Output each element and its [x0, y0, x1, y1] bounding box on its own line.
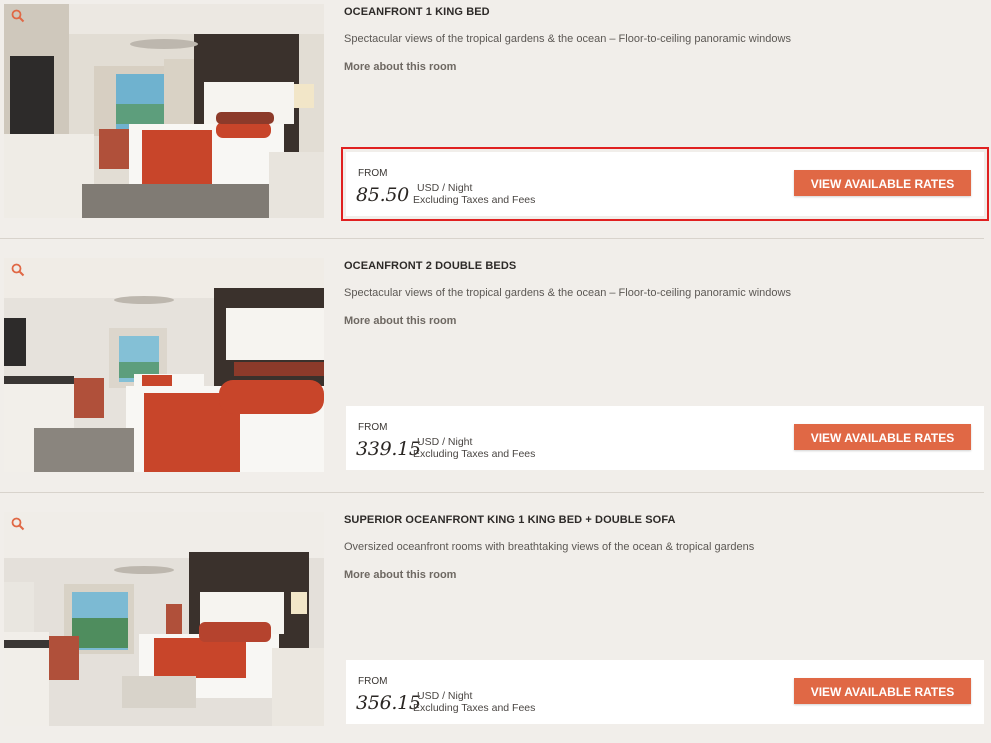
fees-note: Excluding Taxes and Fees — [413, 448, 536, 460]
room-photo-superior-oceanfront[interactable] — [4, 512, 324, 726]
rate-box: FROM 356.15 USD / Night Excluding Taxes … — [346, 660, 984, 724]
price-value: 356.15 — [356, 692, 421, 714]
price-value: 339.15 — [356, 438, 421, 460]
room-title: SUPERIOR OCEANFRONT KING 1 KING BED + DO… — [344, 514, 676, 526]
room-photo-oceanfront-double[interactable] — [4, 258, 324, 472]
room-photo-illustration — [4, 258, 324, 472]
rate-box: FROM 85.50 USD / Night Excluding Taxes a… — [341, 147, 989, 221]
price-unit: USD / Night — [417, 182, 473, 194]
divider — [0, 238, 984, 239]
price-unit: USD / Night — [417, 436, 473, 448]
room-list: OCEANFRONT 1 KING BED Spectacular views … — [0, 0, 991, 743]
zoom-icon[interactable] — [11, 263, 25, 277]
room-description: Oversized oceanfront rooms with breathta… — [344, 541, 755, 553]
fees-note: Excluding Taxes and Fees — [413, 194, 536, 206]
zoom-icon[interactable] — [11, 9, 25, 23]
from-label: FROM — [358, 422, 388, 433]
room-title: OCEANFRONT 2 DOUBLE BEDS — [344, 260, 517, 272]
room-description: Spectacular views of the tropical garden… — [344, 287, 791, 299]
from-label: FROM — [358, 676, 388, 687]
more-about-room-link[interactable]: More about this room — [344, 61, 456, 73]
more-about-room-link[interactable]: More about this room — [344, 315, 456, 327]
zoom-icon[interactable] — [11, 517, 25, 531]
room-card: OCEANFRONT 2 DOUBLE BEDS Spectacular vie… — [0, 254, 991, 508]
rate-box: FROM 339.15 USD / Night Excluding Taxes … — [346, 406, 984, 470]
room-photo-illustration — [4, 512, 324, 726]
room-card: SUPERIOR OCEANFRONT KING 1 KING BED + DO… — [0, 508, 991, 743]
view-available-rates-button[interactable]: VIEW AVAILABLE RATES — [794, 678, 971, 704]
price-unit: USD / Night — [417, 690, 473, 702]
view-available-rates-button[interactable]: VIEW AVAILABLE RATES — [794, 424, 971, 450]
room-photo-oceanfront-king[interactable] — [4, 4, 324, 218]
view-available-rates-button[interactable]: VIEW AVAILABLE RATES — [794, 170, 971, 196]
more-about-room-link[interactable]: More about this room — [344, 569, 456, 581]
price-value: 85.50 — [356, 184, 409, 206]
room-card: OCEANFRONT 1 KING BED Spectacular views … — [0, 0, 991, 254]
fees-note: Excluding Taxes and Fees — [413, 702, 536, 714]
divider — [0, 492, 984, 493]
from-label: FROM — [358, 168, 388, 179]
room-photo-illustration — [4, 4, 324, 218]
room-description: Spectacular views of the tropical garden… — [344, 33, 791, 45]
room-title: OCEANFRONT 1 KING BED — [344, 6, 490, 18]
